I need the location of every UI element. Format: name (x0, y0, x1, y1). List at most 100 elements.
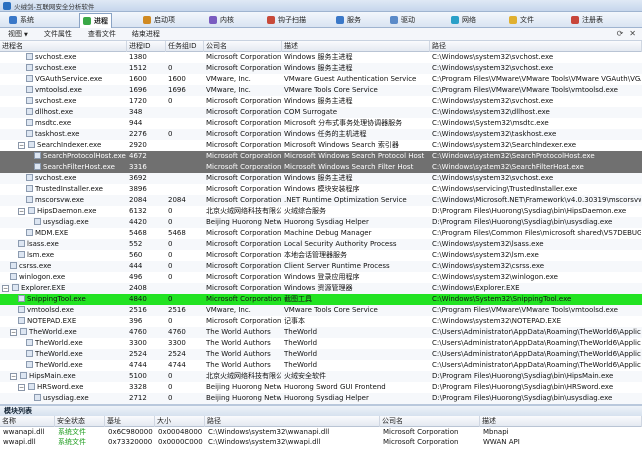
tab-9[interactable]: 注册表 (568, 13, 606, 27)
tree-toggle-icon[interactable]: − (2, 285, 9, 292)
tab-1[interactable]: 进程 (79, 13, 112, 28)
view-file-button[interactable]: 查看文件 (80, 29, 124, 39)
table-row[interactable]: mscorsvw.exe 2084 2084 Microsoft Corporatio… (0, 195, 642, 206)
cell-text-path: C:\Windows\System32\SnippingTool.exe (432, 295, 572, 303)
tab-0[interactable]: 系统 (6, 13, 37, 27)
cell-company: Microsoft Corporation (206, 239, 281, 250)
table-row[interactable]: vmtoolsd.exe 2516 2516 VMware, Inc. VMware T… (0, 305, 642, 316)
column-header[interactable]: 公司名 (204, 41, 282, 52)
process-icon (34, 218, 41, 225)
cell-pid: 1600 (129, 74, 165, 85)
cell-text-company: Microsoft Corporation (206, 251, 281, 259)
table-row[interactable]: − HRSword.exe 3328 0 Beijing Huorong Netw...… (0, 382, 642, 393)
tree-toggle-icon[interactable]: − (18, 208, 25, 215)
table-row[interactable]: − HipsMain.exe 5100 0 北京火绒网络科技有限公司火绒安全软件 D:\P… (0, 371, 642, 382)
module-column-header[interactable]: 路径 (205, 416, 380, 427)
module-row[interactable]: wwanapi.dll 系统文件 0x6C980000 0x00048000 C:\Wi… (0, 427, 642, 437)
cell-text-desc: 火绒安全软件 (284, 372, 326, 380)
cell-path: C:\Users\Administrator\AppData\Roaming\T… (432, 327, 641, 338)
cell-text-company: Microsoft Corporation (206, 152, 281, 160)
cell-pid: 1512 (129, 63, 165, 74)
table-row[interactable]: SnippingTool.exe 4840 0 Microsoft Corporati… (0, 294, 642, 305)
table-row[interactable]: winlogon.exe 496 0 Microsoft Corporation Win… (0, 272, 642, 283)
cell-text-path: D:\Program Files\Huorong\Sysdiag\bin\usy… (432, 394, 613, 402)
table-row[interactable]: VGAuthService.exe 1600 1600 VMware, Inc. VMw… (0, 74, 642, 85)
table-row[interactable]: svchost.exe 1380 Microsoft Corporation Wind… (0, 52, 642, 63)
table-row[interactable]: taskhost.exe 2276 0 Microsoft Corporation Wi… (0, 129, 642, 140)
table-row[interactable]: vmtoolsd.exe 1696 1696 VMware, Inc. VMware T… (0, 85, 642, 96)
module-column-header[interactable]: 描述 (480, 416, 642, 427)
table-row[interactable]: NOTEPAD.EXE 396 0 Microsoft Corporation 记事本 C… (0, 316, 642, 327)
tab-5[interactable]: 服务 (333, 13, 364, 27)
tree-toggle-icon[interactable]: − (10, 373, 17, 380)
cell-text-desc: Windows 登录应用程序 (284, 273, 360, 281)
table-row[interactable]: SearchFilterHost.exe 3316 Microsoft Corpor… (0, 162, 642, 173)
end-process-button[interactable]: 结束进程 (124, 29, 168, 39)
table-row[interactable]: usysdiag.exe 2712 0 Beijing Huorong Netw...… (0, 393, 642, 404)
tree-toggle-icon[interactable]: − (18, 142, 25, 149)
module-column-header[interactable]: 公司名 (380, 416, 480, 427)
table-row[interactable]: TheWorld.exe 2524 2524 The World Authors The… (0, 349, 642, 360)
cell-text-tgid: 0 (168, 372, 173, 380)
cell-name: SearchProtocolHost.exe (34, 151, 127, 162)
tab-4[interactable]: 钩子扫描 (264, 13, 309, 27)
table-row[interactable]: − Explorer.EXE 2408 Microsoft Corporation Wi… (0, 283, 642, 294)
cell-company: Microsoft Corporation (206, 228, 281, 239)
tab-7[interactable]: 网络 (448, 13, 479, 27)
column-header[interactable]: 描述 (282, 41, 430, 52)
table-row[interactable]: − TheWorld.exe 4760 4760 The World Authors Th… (0, 327, 642, 338)
tree-toggle-icon[interactable]: − (10, 329, 17, 336)
module-column-header[interactable]: 安全状态 (55, 416, 105, 427)
tab-label: 进程 (94, 17, 108, 25)
module-column-header[interactable]: 基址 (105, 416, 155, 427)
cell-text-tgid: 1696 (168, 86, 186, 94)
cell-company: Microsoft Corporation (206, 162, 281, 173)
cell-text-pid: 1512 (129, 64, 147, 72)
cell-company: The World Authors (206, 338, 281, 349)
table-row[interactable]: lsm.exe 560 0 Microsoft Corporation 本地会话管理器服… (0, 250, 642, 261)
column-header[interactable]: 路径 (430, 41, 642, 52)
cell-text-tgid: 5468 (168, 229, 186, 237)
table-row[interactable]: svchost.exe 3692 Microsoft Corporation Wind… (0, 173, 642, 184)
cell-path: C:\Program Files\VMware\VMware Tools\vmt… (432, 305, 641, 316)
tab-2[interactable]: 启动项 (140, 13, 178, 27)
tab-3[interactable]: 内核 (206, 13, 237, 27)
cell-desc: Windows 服务主进程 (284, 173, 429, 184)
table-row[interactable]: TheWorld.exe 3300 3300 The World Authors The… (0, 338, 642, 349)
cell-desc: TheWorld (284, 327, 429, 338)
cell-path: C:\Windows\System32\SnippingTool.exe (432, 294, 641, 305)
cell-tgid: 1696 (168, 85, 203, 96)
cell-text-name: usysdiag.exe (43, 218, 89, 226)
cell-desc: Machine Debug Manager (284, 228, 429, 239)
column-header[interactable]: 任务组ID (166, 41, 204, 52)
table-row[interactable]: svchost.exe 1720 0 Microsoft Corporation Win… (0, 96, 642, 107)
refresh-icon[interactable]: ⟳ (617, 29, 624, 38)
table-row[interactable]: − SearchIndexer.exe 2920 Microsoft Corporat… (0, 140, 642, 151)
file-attr-button[interactable]: 文件属性 (36, 29, 80, 39)
tab-label: 内核 (220, 16, 234, 24)
tree-toggle-icon[interactable]: − (18, 384, 25, 391)
process-icon (18, 295, 25, 302)
column-header[interactable]: 进程ID (127, 41, 166, 52)
table-row[interactable]: csrss.exe 444 0 Microsoft Corporation Client… (0, 261, 642, 272)
table-row[interactable]: lsass.exe 552 0 Microsoft Corporation Local … (0, 239, 642, 250)
table-row[interactable]: dllhost.exe 348 Microsoft Corporation COM S… (0, 107, 642, 118)
module-column-header[interactable]: 大小 (155, 416, 205, 427)
table-row[interactable]: SearchProtocolHost.exe 4672 Microsoft Corp… (0, 151, 642, 162)
table-row[interactable]: − HipsDaemon.exe 6132 0 北京火绒网络科技有限公司火绒综合服务 D:… (0, 206, 642, 217)
cell-pid: 2524 (129, 349, 165, 360)
close-icon[interactable]: ✕ (629, 29, 636, 38)
tab-6[interactable]: 驱动 (387, 13, 418, 27)
table-row[interactable]: TheWorld.exe 4744 4744 The World Authors The… (0, 360, 642, 371)
table-row[interactable]: msdtc.exe 944 Microsoft Corporation Microso… (0, 118, 642, 129)
cell-text-path: C:\Windows\system32\winlogon.exe (432, 273, 558, 281)
module-row[interactable]: wwapi.dll 系统文件 0x73320000 0x0000C000 C:\Wind… (0, 437, 642, 447)
column-header[interactable]: 进程名 (0, 41, 127, 52)
table-row[interactable]: svchost.exe 1512 0 Microsoft Corporation Win… (0, 63, 642, 74)
table-row[interactable]: usysdiag.exe 4420 0 Beijing Huorong Netw...… (0, 217, 642, 228)
module-column-header[interactable]: 名称 (0, 416, 55, 427)
view-menu-button[interactable]: 视图 ▼ (0, 29, 36, 39)
table-row[interactable]: TrustedInstaller.exe 3896 Microsoft Corpor… (0, 184, 642, 195)
tab-8[interactable]: 文件 (506, 13, 537, 27)
table-row[interactable]: MDM.EXE 5468 5468 Microsoft Corporation Mach… (0, 228, 642, 239)
